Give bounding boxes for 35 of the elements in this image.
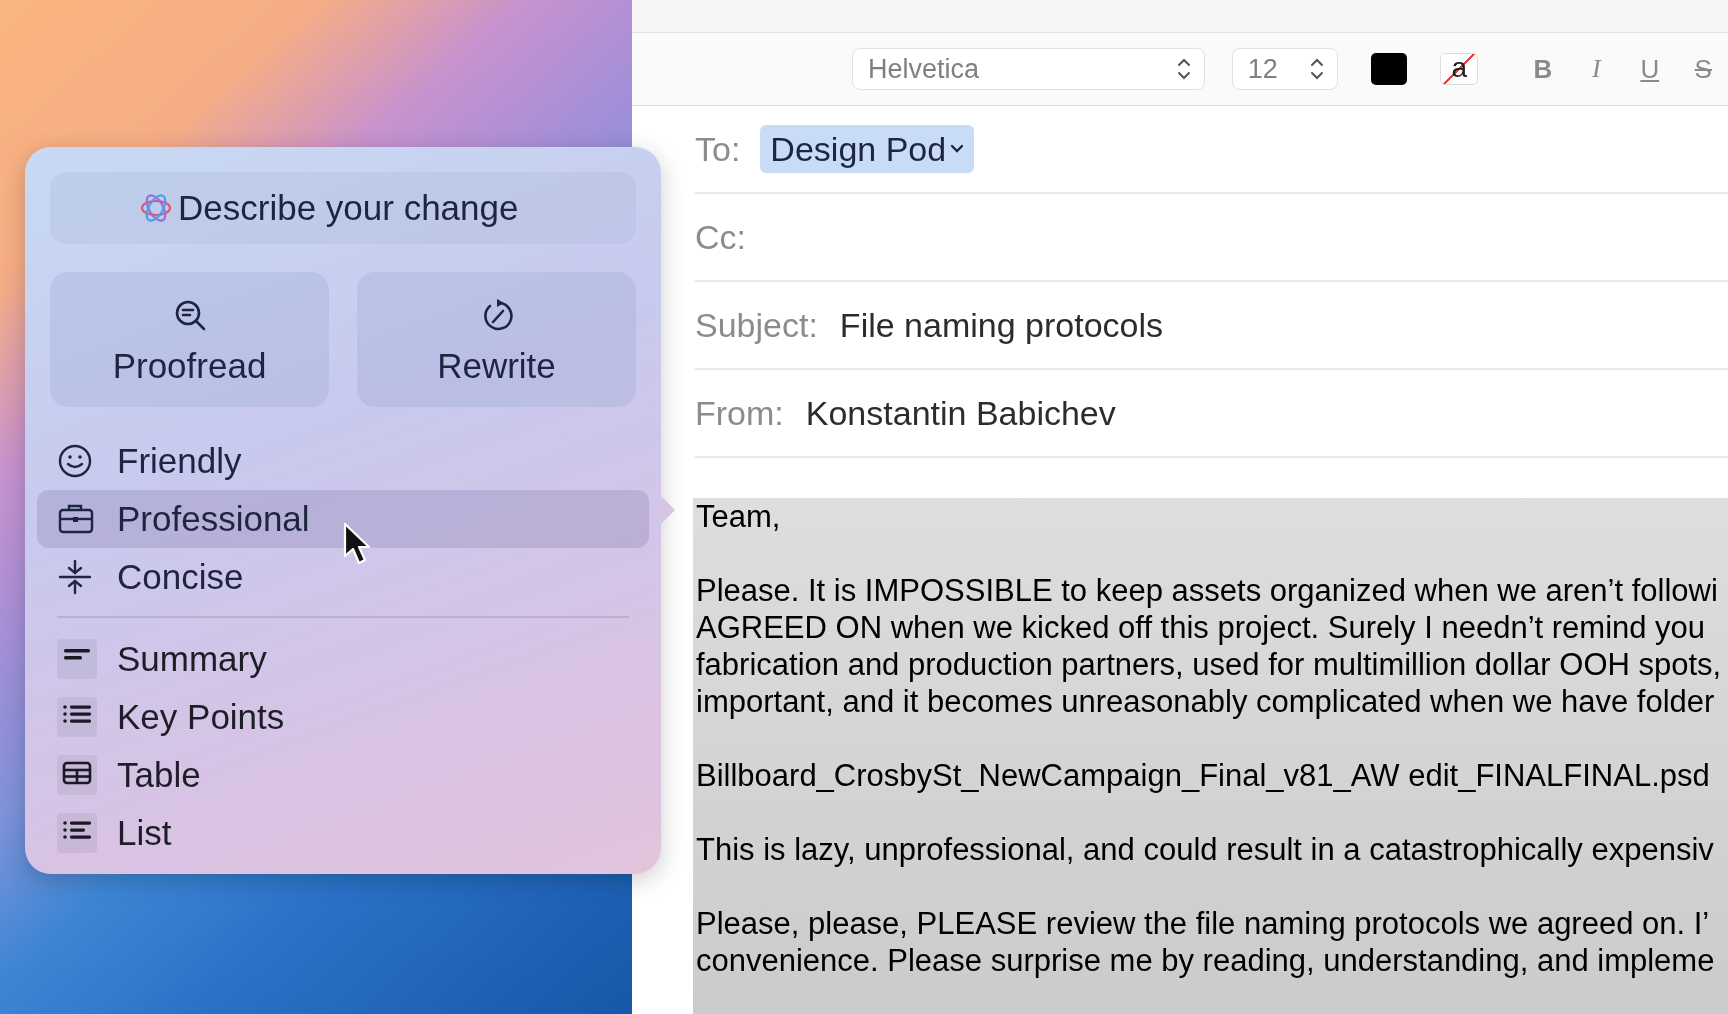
font-popup[interactable]: Helvetica (852, 48, 1205, 90)
format-item[interactable]: Summary (37, 630, 649, 688)
list-icon (57, 813, 97, 853)
body-text: This is lazy, unprofessional, and could result in a catastrophically expensiv (696, 831, 1714, 868)
recipient-token[interactable]: Design Pod (760, 125, 975, 173)
body-text: convenience. Please surprise me by reading, understanding, and impleme (696, 942, 1715, 979)
body-text: Billboard_CrosbySt_NewCampaign_Final_v81_AW edit_FINALFINAL.psd (696, 757, 1710, 794)
stepper-icon (1308, 57, 1325, 81)
field-value[interactable]: Konstantin Babichev (805, 393, 1116, 433)
chevron-icon (950, 144, 965, 154)
field-label: Subject: (695, 305, 818, 345)
format-item[interactable]: Key Points (37, 688, 649, 746)
summary-icon (57, 639, 97, 679)
list-icon (57, 697, 97, 737)
field-label: Cc: (695, 217, 746, 257)
field-value[interactable]: File naming protocols (839, 305, 1163, 345)
field-label: To: (695, 129, 741, 169)
body-text: fabrication and production partners, used for multimillion dollar OOH spots, (696, 646, 1722, 683)
body-text: Team, (696, 498, 781, 535)
action-button[interactable]: Rewrite (357, 272, 636, 407)
size-popup[interactable]: 12 (1231, 48, 1338, 90)
format-item[interactable]: List (37, 804, 649, 862)
action-button[interactable]: Proofread (50, 272, 329, 407)
tone-item[interactable]: Friendly (37, 432, 649, 490)
text-color-well[interactable] (1370, 53, 1408, 85)
format-item[interactable]: Table (37, 746, 649, 804)
pointer-icon (342, 522, 372, 566)
body-text: Please. It is IMPOSSIBLE to keep assets organized when we aren’t followi (696, 572, 1718, 609)
body-text: AGREED ON when we kicked off this project. Surely I needn’t remind you (696, 609, 1706, 646)
field-label: From: (695, 393, 784, 433)
stepper-icon (1175, 57, 1192, 81)
tone-item[interactable]: Concise (37, 548, 649, 606)
body-text: important, and it becomes unreasonably complicated when we have folder (696, 683, 1715, 720)
body-text: Please, please, PLEASE review the file naming protocols we agreed on. I’ (696, 905, 1710, 942)
table-icon (57, 755, 97, 795)
